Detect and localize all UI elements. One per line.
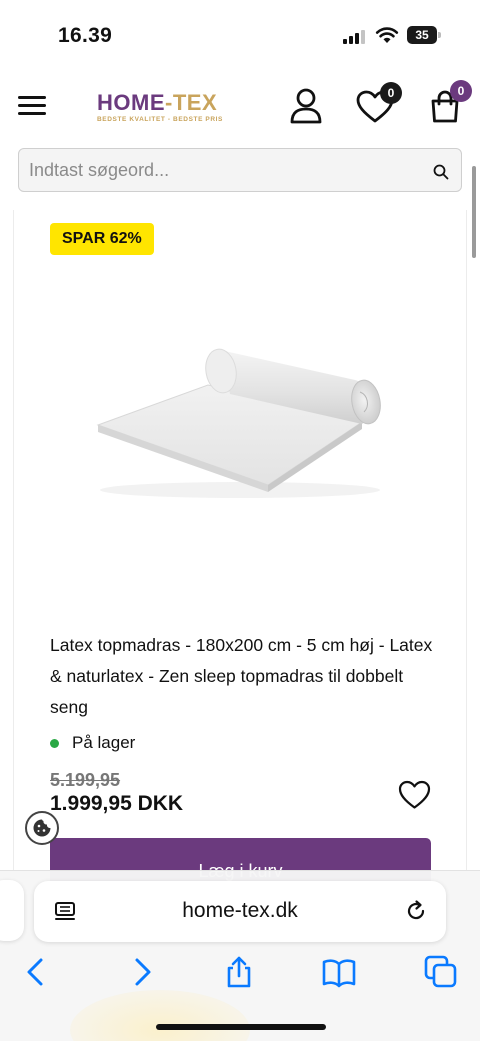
in-stock-dot-icon — [50, 739, 59, 748]
sale-price: 1.999,95 DKK — [50, 792, 184, 815]
bookmarks-icon[interactable] — [322, 955, 356, 989]
menu-button[interactable] — [18, 96, 46, 116]
tabs-icon[interactable] — [424, 955, 458, 989]
previous-tab-preview[interactable] — [0, 880, 24, 941]
home-indicator[interactable] — [156, 1024, 326, 1030]
wishlist-button[interactable]: 0 — [356, 82, 404, 126]
forward-icon[interactable] — [124, 955, 158, 989]
original-price: 5.199,95 — [50, 770, 121, 790]
url-text: home-tex.dk — [182, 899, 298, 922]
cellular-signal-icon — [343, 30, 369, 44]
wifi-icon — [375, 27, 399, 43]
page-scrollbar[interactable] — [472, 166, 476, 258]
battery-icon: 35 — [407, 26, 437, 44]
status-bar: 16.39 35 — [0, 0, 480, 70]
back-icon[interactable] — [20, 955, 54, 989]
wishlist-count-badge: 0 — [380, 82, 402, 104]
discount-badge: SPAR 62% — [50, 223, 154, 255]
site-header: HOME-TEX BEDSTE KVALITET - BEDSTE PRIS 0… — [0, 70, 480, 140]
cookie-icon — [33, 819, 51, 837]
logo-wordmark: HOME-TEX — [97, 90, 218, 115]
site-logo[interactable]: HOME-TEX BEDSTE KVALITET - BEDSTE PRIS — [97, 90, 223, 124]
search-bar — [18, 148, 462, 192]
search-input[interactable] — [29, 157, 409, 183]
address-bar[interactable]: home-tex.dk — [34, 881, 446, 942]
add-to-wishlist-heart-icon[interactable] — [398, 780, 431, 810]
status-time: 16.39 — [58, 24, 113, 47]
product-title[interactable]: Latex topmadras - 180x200 cm - 5 cm høj … — [50, 630, 440, 723]
cookie-settings-button[interactable] — [25, 811, 59, 845]
cart-count-badge: 0 — [450, 80, 472, 102]
reload-icon[interactable] — [404, 899, 428, 923]
battery-tip — [438, 32, 441, 38]
product-image[interactable] — [90, 340, 390, 510]
logo-tagline: BEDSTE KVALITET - BEDSTE PRIS — [97, 116, 223, 123]
share-icon[interactable] — [222, 955, 256, 989]
stock-label: På lager — [72, 733, 136, 752]
search-icon[interactable] — [433, 164, 449, 180]
cart-button[interactable]: 0 — [428, 80, 476, 126]
account-icon[interactable] — [290, 88, 322, 124]
